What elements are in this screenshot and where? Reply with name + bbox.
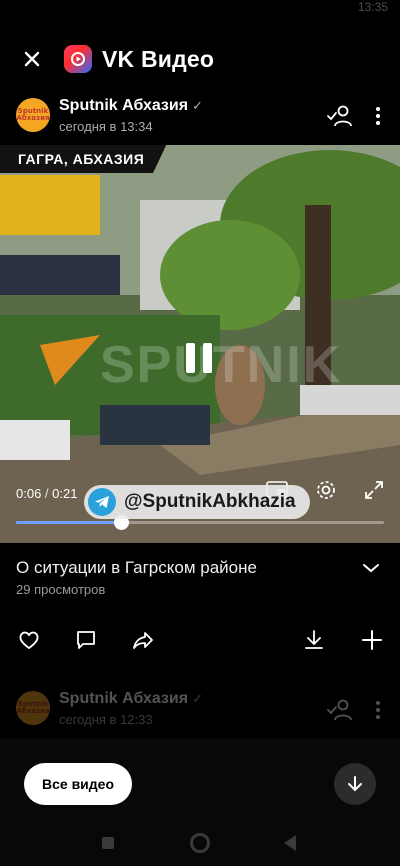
time-display: 0:06 / 0:21 xyxy=(16,486,78,501)
location-chip: ГАГРА, АБХАЗИЯ xyxy=(0,145,167,173)
vk-video-logo-icon xyxy=(64,45,92,73)
chevron-down-icon xyxy=(363,564,379,573)
posted-time: сегодня в 13:34 xyxy=(59,119,153,134)
fullscreen-icon xyxy=(365,481,383,499)
telegram-handle: @SputnikAbkhazia xyxy=(124,491,296,512)
comment-button[interactable] xyxy=(74,628,98,652)
back-button[interactable] xyxy=(284,835,296,851)
plus-icon xyxy=(362,630,382,650)
close-button[interactable] xyxy=(0,36,64,82)
verified-icon: ✓ xyxy=(192,691,203,706)
video-title[interactable]: О ситуации в Гагрском районе xyxy=(16,558,257,578)
video-watermark: SPUTNIK xyxy=(100,336,343,394)
home-button[interactable] xyxy=(190,833,210,853)
subscribed-user-icon xyxy=(327,105,352,127)
all-videos-button[interactable]: Все видео xyxy=(24,763,133,805)
share-button[interactable] xyxy=(131,628,155,652)
more-options-button[interactable] xyxy=(366,102,390,130)
telegram-chip: @SputnikAbkhazia xyxy=(84,485,310,519)
app-logo: VK Видео xyxy=(64,45,214,73)
download-icon xyxy=(305,630,323,649)
fullscreen-button[interactable] xyxy=(362,478,386,502)
status-time: 13:35 xyxy=(357,0,388,14)
next-posted-time: сегодня в 12:33 xyxy=(59,712,153,727)
next-subscribe-button[interactable] xyxy=(326,696,354,724)
comment-icon xyxy=(77,631,95,649)
heart-icon xyxy=(19,631,39,650)
channel-row: Sputnik Абхазия Sputnik Абхазия ✓ сегодня… xyxy=(0,92,400,140)
subscribed-user-icon xyxy=(327,699,352,721)
current-time: 0:06 xyxy=(16,486,42,501)
next-avatar[interactable]: Sputnik Абхазия xyxy=(16,691,50,725)
status-bar: 13:35 xyxy=(0,0,400,24)
settings-button[interactable] xyxy=(314,478,338,502)
system-nav-bar xyxy=(0,826,400,866)
next-channel-name-text: Sputnik Абхазия xyxy=(59,690,189,707)
progress-bar[interactable] xyxy=(16,515,384,530)
download-button[interactable] xyxy=(302,628,326,652)
add-button[interactable] xyxy=(360,628,384,652)
close-icon xyxy=(24,51,40,67)
header: VK Видео xyxy=(0,36,400,82)
scroll-down-button[interactable] xyxy=(334,763,376,805)
next-channel-name[interactable]: Sputnik Абхазия ✓ xyxy=(59,690,203,708)
share-icon xyxy=(133,632,153,649)
next-avatar-text: Sputnik Абхазия xyxy=(16,700,50,715)
gear-icon xyxy=(317,481,335,499)
app-title: VK Видео xyxy=(102,45,215,72)
arrow-down-icon xyxy=(348,776,362,792)
avatar-text: Sputnik Абхазия xyxy=(16,107,50,122)
expand-description-button[interactable] xyxy=(360,558,382,578)
channel-name-text: Sputnik Абхазия xyxy=(59,97,189,114)
avatar[interactable]: Sputnik Абхазия xyxy=(16,98,50,132)
verified-icon: ✓ xyxy=(192,98,203,113)
pause-button[interactable] xyxy=(186,343,214,373)
actions-bar xyxy=(0,620,400,660)
channel-name[interactable]: Sputnik Абхазия ✓ xyxy=(59,97,203,115)
duration: 0:21 xyxy=(52,486,78,501)
progress-fill xyxy=(16,521,121,524)
like-button[interactable] xyxy=(17,628,41,652)
recent-apps-button[interactable] xyxy=(102,837,114,849)
video-player[interactable]: ГАГРА, АБХАЗИЯ SPUTNIK 0:06 / 0:21 @Sput… xyxy=(0,145,400,543)
telegram-icon xyxy=(88,488,116,516)
next-more-options-button[interactable] xyxy=(366,696,390,724)
subscribe-button[interactable] xyxy=(326,102,354,130)
view-count: 29 просмотров xyxy=(16,582,106,597)
pause-icon xyxy=(186,343,195,373)
